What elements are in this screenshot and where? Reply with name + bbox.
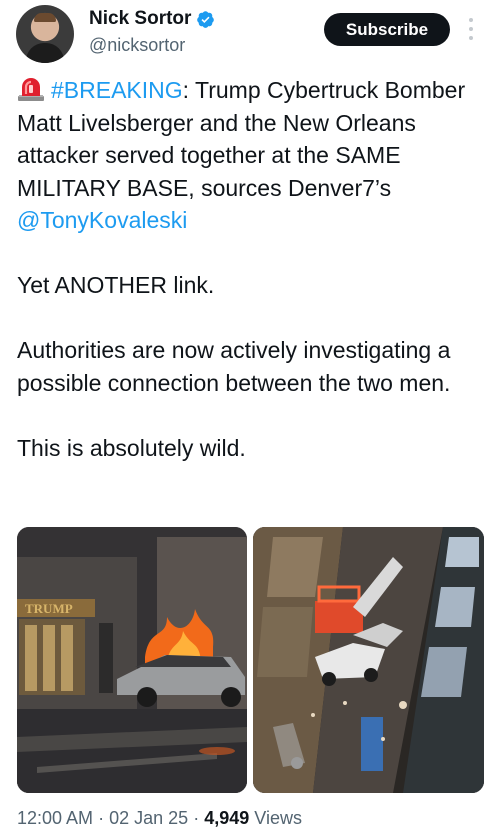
more-dot (469, 36, 473, 40)
name-row: Nick Sortor (89, 8, 215, 30)
meta-separator: · (98, 808, 105, 828)
photo-burning-cybertruck[interactable]: TRUMP (17, 527, 247, 793)
more-dot (469, 27, 473, 31)
avatar-shirt (26, 43, 64, 63)
tweet-date[interactable]: 02 Jan 25 (109, 808, 188, 828)
avatar-hair (34, 13, 56, 22)
tweet-meta: 12:00 AM · 02 Jan 25 · 4,949 Views (17, 808, 302, 829)
meta-separator: · (193, 808, 200, 828)
photo-street-aerial-illustration (253, 527, 484, 793)
display-name[interactable]: Nick Sortor (89, 8, 191, 30)
breaking-hashtag-link[interactable]: #BREAKING (51, 77, 183, 103)
siren-emoji-icon (18, 78, 44, 101)
photo-burning-cybertruck-illustration: TRUMP (17, 527, 247, 793)
views-label: Views (254, 808, 302, 828)
media-grid: TRUMP (17, 527, 484, 793)
tweet-text: #BREAKING: Trump Cybertruck Bomber Matt … (17, 74, 489, 464)
more-vertical-icon[interactable] (463, 14, 479, 44)
tweet-time[interactable]: 12:00 AM (17, 808, 93, 828)
tweet-paragraph-4: This is absolutely wild. (17, 434, 246, 461)
tweet-paragraph-3: Authorities are now actively investigati… (17, 337, 451, 396)
tweet-paragraph-2: Yet ANOTHER link. (17, 272, 215, 298)
tweet-paragraph-1: #BREAKING: Trump Cybertruck Bomber Matt … (17, 74, 489, 237)
more-dot (469, 18, 473, 22)
mention-link[interactable]: @TonyKovaleski (17, 207, 187, 233)
handle[interactable]: @nicksortor (89, 35, 185, 56)
verified-badge-icon (197, 10, 215, 28)
photo-street-aerial[interactable] (253, 527, 484, 793)
subscribe-button[interactable]: Subscribe (324, 13, 450, 46)
avatar[interactable] (16, 5, 74, 63)
photo-sign-text: TRUMP (25, 601, 73, 616)
views-count: 4,949 (204, 808, 250, 828)
tweet-header: Nick Sortor @nicksortor Subscribe (0, 0, 500, 70)
